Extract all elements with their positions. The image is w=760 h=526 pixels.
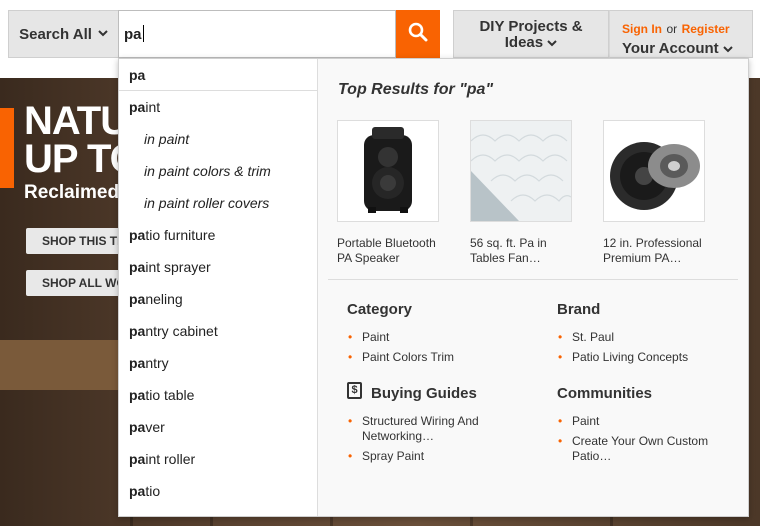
product-image[interactable] bbox=[337, 120, 439, 222]
suggestion-item[interactable]: paint roller bbox=[119, 443, 317, 475]
diy-label-line2: Ideas bbox=[504, 34, 544, 51]
community-link[interactable]: Paint bbox=[558, 414, 600, 429]
or-text: or bbox=[666, 22, 678, 36]
suggestion-item[interactable]: pantry cabinet bbox=[119, 315, 317, 347]
text-caret bbox=[142, 25, 144, 42]
category-heading: Category bbox=[347, 301, 413, 318]
product-card[interactable]: 12 in. Professional Premium PA… bbox=[603, 120, 715, 266]
search-button[interactable] bbox=[396, 10, 440, 58]
hero-subline: Reclaimed bbox=[24, 182, 120, 203]
suggestion-item[interactable]: pantry bbox=[119, 347, 317, 379]
suggestion-item[interactable]: patio table bbox=[119, 379, 317, 411]
sign-in-link[interactable]: Sign In bbox=[622, 22, 662, 36]
suggestion-item[interactable]: paint sprayer bbox=[119, 251, 317, 283]
chevron-down-icon bbox=[723, 40, 733, 57]
search-input[interactable]: pa bbox=[118, 10, 396, 58]
category-link[interactable]: Paint Colors Trim bbox=[348, 350, 454, 365]
your-account-label: Your Account bbox=[622, 40, 719, 57]
product-card[interactable]: Portable Bluetooth PA Speaker bbox=[337, 120, 449, 266]
dollar-guide-icon: $ bbox=[347, 382, 362, 399]
category-link[interactable]: Paint bbox=[348, 330, 390, 345]
search-all-dropdown[interactable]: Search All bbox=[8, 10, 118, 58]
search-autocomplete-panel: pa paint in paint in paint colors & trim… bbox=[118, 58, 749, 517]
chevron-down-icon bbox=[98, 28, 108, 40]
suggestion-sub-item[interactable]: in paint roller covers bbox=[119, 187, 317, 219]
product-image[interactable] bbox=[470, 120, 572, 222]
community-link[interactable]: Create Your Own CustomPatio… bbox=[558, 434, 708, 464]
brand-heading: Brand bbox=[557, 301, 601, 318]
guide-link[interactable]: Spray Paint bbox=[348, 449, 424, 464]
suggestion-list: pa paint in paint in paint colors & trim… bbox=[119, 59, 318, 516]
product-title-line2: Premium PA… bbox=[603, 251, 682, 265]
suggestion-sub-item[interactable]: in paint bbox=[119, 123, 317, 155]
brand-link[interactable]: St. Paul bbox=[558, 330, 614, 345]
hero-accent-bar bbox=[0, 108, 14, 188]
suggestion-item[interactable]: paver bbox=[119, 411, 317, 443]
product-title-line1: 12 in. Professional bbox=[603, 236, 702, 250]
guide-link[interactable]: Structured Wiring AndNetworking… bbox=[348, 414, 479, 444]
search-all-label: Search All bbox=[19, 25, 92, 43]
suggestion-item[interactable]: paint bbox=[119, 91, 317, 123]
product-title-line2: Tables Fan… bbox=[470, 251, 541, 265]
product-card[interactable]: 56 sq. ft. Pa in Tables Fan… bbox=[470, 120, 582, 266]
top-results-panel: Top Results for "pa" Portable Bluetooth P… bbox=[318, 59, 748, 516]
top-results-title: Top Results for "pa" bbox=[338, 81, 494, 98]
brand-link[interactable]: Patio Living Concepts bbox=[558, 350, 688, 365]
chevron-down-icon bbox=[547, 34, 557, 51]
product-title-line1: 56 sq. ft. Pa in bbox=[470, 236, 547, 250]
suggestion-item[interactable]: paneling bbox=[119, 283, 317, 315]
search-icon bbox=[408, 22, 428, 47]
suggestion-item[interactable]: patio furniture bbox=[119, 219, 317, 251]
suggestion-sub-item[interactable]: in paint colors & trim bbox=[119, 155, 317, 187]
account-menu[interactable]: Sign In or Register Your Account bbox=[609, 10, 753, 58]
communities-heading: Communities bbox=[557, 385, 653, 402]
register-link[interactable]: Register bbox=[682, 22, 730, 36]
hero-bench-image bbox=[0, 340, 118, 390]
product-title-line2: PA Speaker bbox=[337, 251, 400, 265]
diy-label-line1: DIY Projects & bbox=[479, 18, 583, 35]
suggestion-item[interactable]: patio bbox=[119, 475, 317, 507]
results-divider bbox=[328, 279, 738, 280]
search-input-value: pa bbox=[124, 26, 142, 43]
buying-guides-heading: Buying Guides bbox=[371, 385, 477, 402]
suggestion-query[interactable]: pa bbox=[119, 59, 317, 91]
diy-projects-menu[interactable]: DIY Projects & Ideas bbox=[453, 10, 609, 58]
product-title-line1: Portable Bluetooth bbox=[337, 236, 436, 250]
product-image[interactable] bbox=[603, 120, 705, 222]
